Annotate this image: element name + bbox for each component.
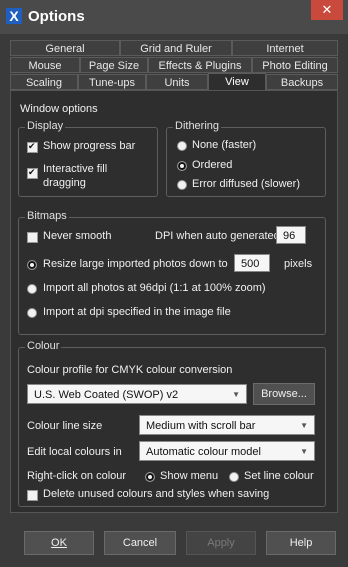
tab-page-size[interactable]: Page Size: [80, 57, 148, 73]
tab-internet[interactable]: Internet: [232, 40, 338, 56]
resize-input[interactable]: 500: [234, 254, 270, 272]
edit-local-colours-label: Edit local colours in: [27, 446, 122, 458]
app-icon: X: [6, 8, 22, 24]
colour-group: Colour Colour profile for CMYK colour co…: [18, 340, 326, 507]
close-button[interactable]: ✕: [311, 0, 343, 20]
tab-scaling[interactable]: Scaling: [10, 74, 78, 90]
dither-none-radio[interactable]: [177, 141, 187, 151]
display-group: Display Show progress bar Interactive fi…: [18, 120, 158, 197]
show-menu-radio[interactable]: [145, 472, 155, 482]
ok-button[interactable]: OK: [24, 531, 94, 555]
close-icon: ✕: [321, 2, 333, 17]
set-line-colour-radio[interactable]: [229, 472, 239, 482]
tab-photo-editing[interactable]: Photo Editing: [252, 57, 338, 73]
ok-label: OK: [51, 537, 67, 549]
apply-label: Apply: [207, 537, 235, 549]
interactive-fill-label-line2: dragging: [43, 177, 86, 189]
delete-unused-checkbox[interactable]: [27, 490, 38, 501]
tab-units[interactable]: Units: [146, 74, 208, 90]
import-96dpi-radio[interactable]: [27, 284, 37, 294]
set-line-colour-label: Set line colour: [244, 470, 314, 482]
interactive-fill-label-line1: Interactive fill: [43, 163, 108, 175]
browse-button[interactable]: Browse...: [253, 383, 315, 405]
tab-effects-plugins[interactable]: Effects & Plugins: [148, 57, 252, 73]
help-button[interactable]: Help: [266, 531, 336, 555]
tab-mouse[interactable]: Mouse: [10, 57, 80, 73]
delete-unused-label: Delete unused colours and styles when sa…: [43, 488, 270, 500]
cancel-button[interactable]: Cancel: [104, 531, 176, 555]
colour-line-size-value: Medium with scroll bar: [146, 420, 256, 432]
edit-local-colours-select[interactable]: Automatic colour model ▼: [139, 441, 315, 461]
tab-general[interactable]: General: [10, 40, 120, 56]
resize-label: Resize large imported photos down to: [43, 258, 228, 270]
cmyk-profile-value: U.S. Web Coated (SWOP) v2: [34, 389, 179, 401]
colour-line-size-select[interactable]: Medium with scroll bar ▼: [139, 415, 315, 435]
bitmaps-group: Bitmaps Never smooth DPI when auto gener…: [18, 210, 326, 335]
window-options-label: Window options: [20, 103, 98, 115]
dithering-group: Dithering None (faster) Ordered Error di…: [166, 120, 326, 197]
window-title: Options: [28, 8, 85, 25]
chevron-down-icon: ▼: [232, 390, 240, 399]
dithering-legend: Dithering: [173, 120, 222, 132]
chevron-down-icon: ▼: [300, 421, 308, 430]
show-menu-label: Show menu: [160, 470, 219, 482]
chevron-down-icon: ▼: [300, 447, 308, 456]
import-96dpi-label: Import all photos at 96dpi (1:1 at 100% …: [43, 282, 266, 294]
right-click-label: Right-click on colour: [27, 470, 127, 482]
show-progress-bar-label: Show progress bar: [43, 140, 136, 152]
resize-unit: pixels: [284, 258, 313, 270]
edit-local-colours-value: Automatic colour model: [146, 446, 261, 458]
title-bar: X Options ✕: [0, 0, 348, 34]
dither-error-diffused-radio[interactable]: [177, 180, 187, 190]
tab-view[interactable]: View: [208, 73, 266, 91]
dither-ordered-radio[interactable]: [177, 161, 187, 171]
dither-error-diffused-label: Error diffused (slower): [192, 178, 300, 190]
tab-tune-ups[interactable]: Tune-ups: [78, 74, 146, 90]
colour-line-size-label: Colour line size: [27, 420, 103, 432]
import-file-dpi-radio[interactable]: [27, 308, 37, 318]
dither-ordered-label: Ordered: [192, 159, 233, 171]
help-label: Help: [289, 537, 313, 549]
cmyk-profile-label: Colour profile for CMYK colour conversio…: [27, 364, 233, 376]
colour-legend: Colour: [25, 340, 62, 352]
dpi-auto-label: DPI when auto generated: [155, 230, 280, 242]
bitmaps-legend: Bitmaps: [25, 210, 69, 222]
dither-none-label: None (faster): [192, 139, 257, 151]
view-panel: Window options Display Show progress bar…: [10, 90, 338, 513]
apply-button[interactable]: Apply: [186, 531, 256, 555]
cmyk-profile-select[interactable]: U.S. Web Coated (SWOP) v2 ▼: [27, 384, 247, 404]
dpi-auto-input[interactable]: 96: [276, 226, 306, 244]
import-file-dpi-label: Import at dpi specified in the image fil…: [43, 306, 231, 318]
tab-grid-and-ruler[interactable]: Grid and Ruler: [120, 40, 232, 56]
tab-backups[interactable]: Backups: [266, 74, 338, 90]
never-smooth-checkbox[interactable]: [27, 232, 38, 243]
never-smooth-label: Never smooth: [43, 230, 112, 242]
display-legend: Display: [25, 120, 66, 132]
interactive-fill-dragging-checkbox[interactable]: [27, 167, 38, 179]
show-progress-bar-checkbox[interactable]: [27, 141, 38, 153]
cancel-label: Cancel: [122, 537, 158, 549]
resize-radio[interactable]: [27, 260, 37, 270]
